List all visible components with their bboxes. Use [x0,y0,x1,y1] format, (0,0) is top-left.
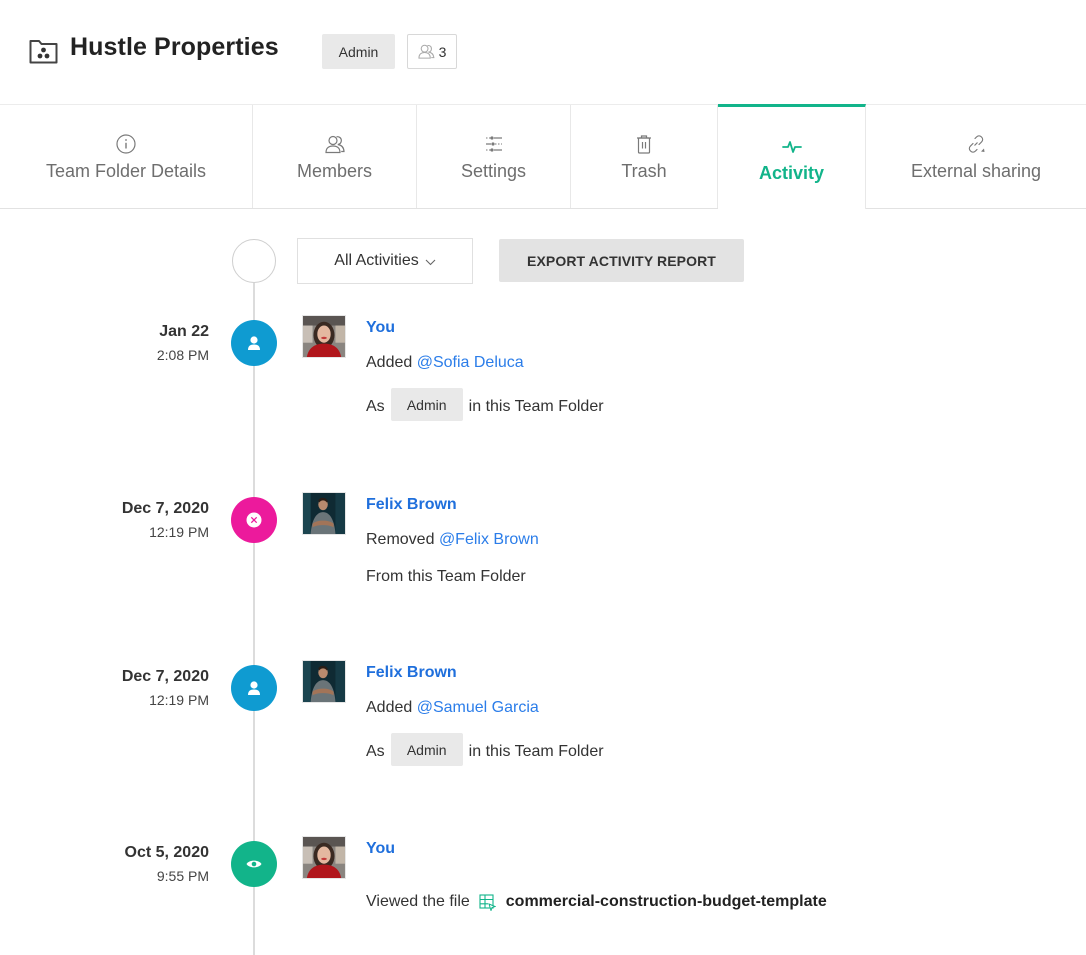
trash-icon [637,135,651,154]
page-title: Hustle Properties [70,33,279,61]
remove-icon [246,512,262,528]
tab-label: Settings [460,161,527,181]
activity-action: Viewed the file [366,893,470,910]
avatar [302,492,346,535]
role-suffix: in this Team Folder [468,742,604,760]
user-photo-felix [303,661,345,702]
link-icon [968,135,985,153]
tab-members[interactable]: Members [253,105,417,208]
member-count-button[interactable]: 3 [407,34,457,69]
tab-trash[interactable]: Trash [571,105,718,208]
activity-actor-link[interactable]: You [366,319,395,337]
tab-bar: Team Folder Details Members Settings Tra… [0,104,1086,209]
tab-activity[interactable]: Activity [718,104,866,209]
activity-time: 2:08 PM [156,347,209,363]
tab-label: Trash [621,161,667,181]
tab-label: External sharing [910,161,1042,181]
mention-link[interactable]: @Sofia Deluca [417,354,524,371]
role-badge: Admin [390,733,463,766]
members-icon [324,135,345,154]
activity-date: Jan 22 [159,323,209,340]
activity-time: 12:19 PM [149,524,209,540]
mention-link[interactable]: @Samuel Garcia [417,699,539,716]
activity-marker-viewed [231,841,277,887]
role-badge: Admin [322,34,395,69]
avatar [302,660,346,703]
tab-settings[interactable]: Settings [417,105,571,208]
activity-actor-link[interactable]: Felix Brown [366,664,457,682]
activity-marker-removed [231,497,277,543]
role-badge: Admin [390,388,463,421]
user-photo-sofia [303,316,345,357]
role-prefix: As [366,397,385,415]
activity-role-line: As Admin in this Team Folder [366,388,604,423]
activity-role-line: As Admin in this Team Folder [366,733,604,768]
info-icon [116,134,136,154]
activity-description: Removed @Felix Brown [366,531,539,549]
activity-time: 12:19 PM [149,692,209,708]
user-photo-you [303,837,345,878]
sliders-icon [485,136,502,152]
activity-detail: From this Team Folder [366,568,526,585]
activity-date: Dec 7, 2020 [121,668,209,685]
activity-action: Added [366,354,413,371]
activity-marker-added [231,320,277,366]
user-icon [248,336,260,350]
activity-date: Dec 7, 2020 [121,500,209,517]
user-photo-felix [303,493,345,534]
members-icon [418,44,435,59]
eye-icon [246,860,262,868]
tab-label: Team Folder Details [45,161,207,181]
export-activity-report-button[interactable]: EXPORT ACTIVITY REPORT [499,239,744,282]
activity-pulse-icon [781,140,802,153]
member-count: 3 [438,43,447,60]
tab-team-folder-details[interactable]: Team Folder Details [0,105,253,208]
role-suffix: in this Team Folder [468,397,604,415]
activity-description: Added @Sofia Deluca [366,354,524,372]
activity-date: Oct 5, 2020 [124,844,210,861]
filter-value: All Activities [334,252,419,269]
file-name-link[interactable]: commercial-construction-budget-template [506,893,827,911]
tab-label: Activity [758,162,825,183]
activity-time: 9:55 PM [156,868,209,884]
tab-label: Members [296,161,372,181]
activity-filter-dropdown[interactable]: All Activities [297,238,473,284]
page-header: Hustle Properties Admin 3 [0,0,1086,104]
activity-actor-link[interactable]: You [366,840,395,858]
activity-action: Added [366,699,413,716]
activity-description: Added @Samuel Garcia [366,699,539,717]
mention-link[interactable]: @Felix Brown [439,531,539,548]
timeline-start-marker [232,239,276,283]
tab-external-sharing[interactable]: External sharing [866,105,1086,208]
activity-actor-link[interactable]: Felix Brown [366,496,457,514]
activity-description: Viewed the file commercial-construction-… [366,893,827,911]
team-folder-icon [29,40,58,64]
avatar [302,315,346,358]
spreadsheet-icon [479,893,496,911]
role-prefix: As [366,742,385,760]
chevron-down-icon [425,259,436,266]
activity-marker-added [231,665,277,711]
activity-action: Removed [366,531,435,548]
user-icon [248,681,260,695]
avatar [302,836,346,879]
